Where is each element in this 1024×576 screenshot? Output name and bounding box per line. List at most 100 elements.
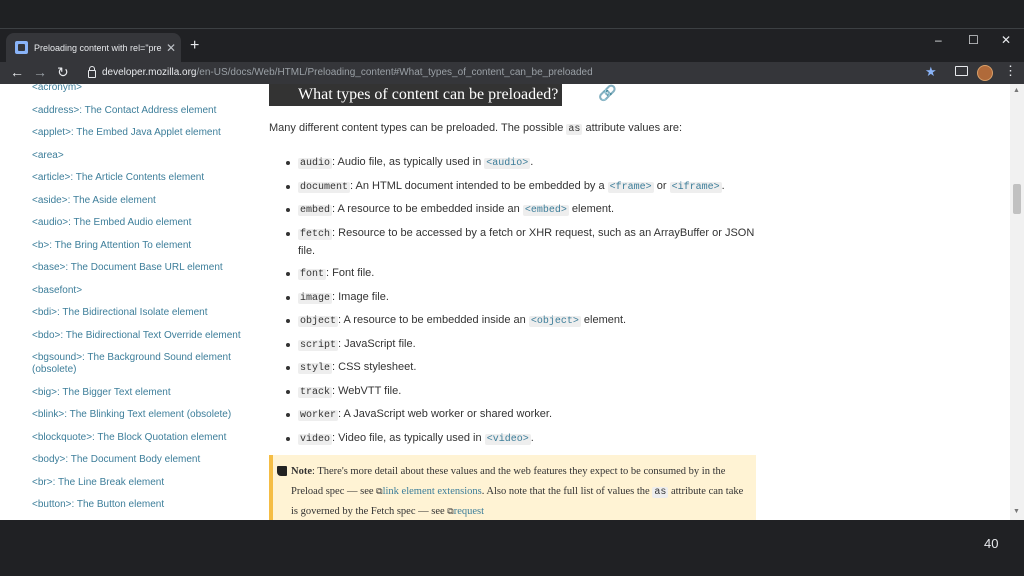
list-item: worker: A JavaScript web worker or share… (286, 406, 768, 424)
cast-icon[interactable] (955, 66, 968, 76)
list-item: image: Image file. (286, 289, 768, 307)
scroll-down-icon[interactable]: ▼ (1013, 508, 1020, 515)
list-item: fetch: Resource to be accessed by a fetc… (286, 225, 768, 260)
value-code: worker (298, 410, 339, 421)
minimize-icon[interactable]: – (935, 33, 942, 47)
value-description: element. (580, 314, 627, 326)
request-link[interactable]: request (454, 506, 484, 517)
value-description: : CSS stylesheet. (332, 361, 417, 373)
page-scrollbar[interactable]: ▲ ▼ (1010, 84, 1024, 520)
value-description: . (530, 431, 534, 444)
tab-strip: Preloading content with rel="pre ✕ + – ☐… (0, 29, 1024, 62)
sidebar-item[interactable]: <blink>: The Blinking Text element (obso… (32, 409, 247, 421)
mdn-favicon-icon (15, 41, 28, 54)
list-item: track: WebVTT file. (286, 383, 768, 401)
page-content: <acronym> <address>: The Contact Address … (0, 84, 1010, 520)
value-description: : A resource to be embedded inside an (338, 314, 529, 326)
scrollbar-thumb[interactable] (1013, 184, 1021, 214)
value-code: font (298, 269, 327, 280)
value-code: fetch (298, 228, 333, 240)
address-bar[interactable]: developer.mozilla.org/en-US/docs/Web/HTM… (80, 62, 950, 82)
value-code: audio (298, 158, 333, 169)
list-item: audio: Audio file, as typically used in … (286, 154, 768, 172)
sidebar-item[interactable]: <acronym> (32, 84, 247, 94)
sidebar-item[interactable]: <address>: The Contact Address element (32, 105, 247, 117)
sidebar-item[interactable]: <basefont> (32, 285, 247, 297)
value-code: track (298, 386, 333, 398)
bookmark-star-icon[interactable]: ★ (925, 64, 937, 80)
value-description: : Font file. (326, 267, 375, 279)
sidebar-item[interactable]: <article>: The Article Contents element (32, 172, 247, 184)
menu-icon[interactable]: ⋮ (1004, 63, 1017, 79)
maximize-icon[interactable]: ☐ (968, 33, 979, 47)
lock-icon (88, 65, 96, 78)
browser-toolbar: ← → ↻ developer.mozilla.org/en-US/docs/W… (0, 62, 1024, 84)
sidebar-item[interactable]: <br>: The Line Break element (32, 477, 247, 489)
value-code: video (298, 433, 333, 445)
sidebar-item[interactable]: <button>: The Button element (32, 499, 247, 511)
reload-icon[interactable]: ↻ (57, 64, 69, 81)
sidebar-item[interactable]: <b>: The Bring Attention To element (32, 240, 247, 252)
sidebar-item[interactable]: <bgsound>: The Background Sound element … (32, 352, 247, 376)
value-description: : Resource to be accessed by a fetch or … (298, 226, 755, 257)
profile-avatar[interactable] (977, 65, 993, 81)
value-description: element. (568, 203, 615, 215)
value-code: style (298, 363, 333, 374)
element-link[interactable]: <video> (484, 433, 531, 445)
value-description: or (653, 179, 670, 192)
sidebar-item[interactable]: <bdo>: The Bidirectional Text Override e… (32, 330, 247, 342)
sidebar-item[interactable]: <base>: The Document Base URL element (32, 262, 247, 274)
note-label: Note (291, 466, 312, 477)
sidebar-item[interactable]: <bdi>: The Bidirectional Isolate element (32, 307, 247, 319)
anchor-link-icon[interactable]: 🔗 (598, 84, 617, 102)
sidebar-item[interactable]: <big>: The Bigger Text element (32, 387, 247, 399)
top-frame-bar (0, 0, 1024, 29)
value-code: object (298, 316, 339, 327)
element-link[interactable]: <audio> (484, 158, 531, 169)
note-box: Note: There's more detail about these va… (269, 455, 756, 520)
value-code: embed (298, 205, 333, 216)
tab-close-icon[interactable]: ✕ (166, 41, 176, 55)
list-item: video: Video file, as typically used in … (286, 430, 768, 448)
value-description: : A resource to be embedded inside an (332, 203, 523, 215)
as-values-list: audio: Audio file, as typically used in … (269, 154, 768, 453)
active-tab[interactable]: Preloading content with rel="pre ✕ (6, 33, 181, 62)
value-code: script (298, 339, 339, 351)
value-description: . (530, 156, 534, 168)
list-item: object: A resource to be embedded inside… (286, 312, 768, 330)
link-element-extensions-link[interactable]: link element extensions (383, 486, 482, 497)
list-item: document: An HTML document intended to b… (286, 178, 768, 196)
note-text: Note: There's more detail about these va… (291, 463, 751, 520)
value-description: : Video file, as typically used in (332, 431, 485, 444)
element-link[interactable]: <embed> (522, 205, 569, 216)
section-heading: What types of content can be preloaded? (269, 84, 563, 106)
list-item: style: CSS stylesheet. (286, 359, 768, 377)
sidebar-item[interactable]: <blockquote>: The Block Quotation elemen… (32, 432, 247, 444)
sidebar-item[interactable]: <applet>: The Embed Java Applet element (32, 127, 247, 139)
sidebar-item[interactable]: <aside>: The Aside element (32, 195, 247, 207)
element-link[interactable]: <object> (528, 316, 581, 327)
note-code: as (652, 486, 669, 498)
url-host: developer.mozilla.org (102, 66, 197, 78)
back-arrow-icon[interactable]: ← (10, 64, 24, 80)
intro-text-end: attribute values are: (582, 122, 683, 134)
url-path: /en-US/docs/Web/HTML/Preloading_content#… (196, 66, 593, 78)
intro-text: Many different content types can be prel… (269, 122, 567, 134)
window-close-icon[interactable]: ✕ (1001, 33, 1011, 47)
list-item: script: JavaScript file. (286, 336, 768, 354)
element-link[interactable]: <frame> (607, 181, 654, 193)
tab-title: Preloading content with rel="pre (34, 42, 162, 53)
element-link[interactable]: <iframe> (669, 181, 722, 193)
sidebar-item[interactable]: <body>: The Document Body element (32, 454, 247, 466)
sidebar-item[interactable]: <audio>: The Embed Audio element (32, 217, 247, 229)
sidebar-nav: <acronym> <address>: The Contact Address … (32, 84, 247, 520)
list-item: font: Font file. (286, 265, 768, 283)
scroll-up-icon[interactable]: ▲ (1013, 87, 1020, 94)
note-text-2: . Also note that the full list of values… (481, 485, 653, 497)
value-code: document (298, 181, 351, 193)
sidebar-item[interactable]: <area> (32, 150, 247, 162)
intro-paragraph: Many different content types can be prel… (269, 122, 682, 135)
value-description: . (721, 179, 725, 192)
forward-arrow-icon[interactable]: → (33, 64, 47, 80)
new-tab-icon[interactable]: + (190, 37, 199, 55)
